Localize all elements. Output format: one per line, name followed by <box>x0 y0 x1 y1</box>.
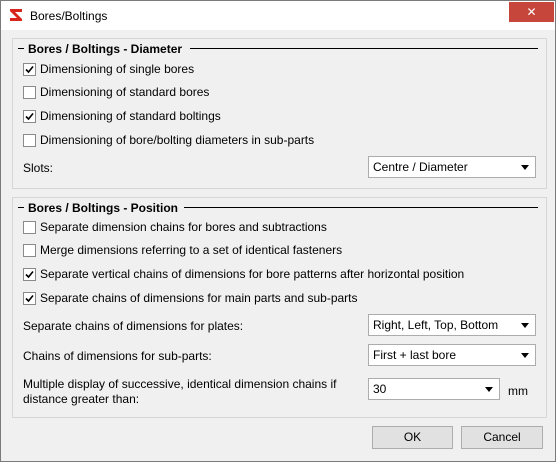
window-title: Bores/Boltings <box>30 9 108 23</box>
separate-bores-subtractions-label: Separate dimension chains for bores and … <box>40 220 327 234</box>
standard-boltings-checkbox[interactable] <box>23 110 36 123</box>
subparts-label: Chains of dimensions for sub-parts: <box>23 349 212 363</box>
chevron-down-icon <box>521 353 529 358</box>
slots-dropdown-value: Centre / Diameter <box>373 160 468 174</box>
position-group-title: Bores / Boltings - Position <box>28 201 183 215</box>
subparts-dropdown[interactable]: First + last bore <box>368 344 536 366</box>
plates-label: Separate chains of dimensions for plates… <box>23 319 244 333</box>
main-sub-parts-checkbox[interactable] <box>23 292 36 305</box>
main-sub-parts-label: Separate chains of dimensions for main p… <box>40 291 358 305</box>
multiple-display-combobox[interactable]: 30 <box>368 378 500 400</box>
plates-dropdown-value: Right, Left, Top, Bottom <box>373 318 499 332</box>
title-bar: Bores/Boltings ✕ <box>1 1 555 30</box>
diameter-group-title: Bores / Boltings - Diameter <box>28 42 187 56</box>
chevron-down-icon <box>521 323 529 328</box>
vertical-chains-checkbox[interactable] <box>23 268 36 281</box>
merge-fasteners-checkbox[interactable] <box>23 244 36 257</box>
close-icon: ✕ <box>526 5 537 19</box>
cancel-button[interactable]: Cancel <box>461 426 543 449</box>
plates-dropdown[interactable]: Right, Left, Top, Bottom <box>368 314 536 336</box>
position-group-header: Bores / Boltings - Position <box>18 201 538 215</box>
position-group: Bores / Boltings - Position Separate dim… <box>12 197 547 418</box>
single-bores-label: Dimensioning of single bores <box>40 62 195 76</box>
dialog-window: Bores/Boltings ✕ Bores / Boltings - Diam… <box>0 0 556 462</box>
slots-label: Slots: <box>23 161 54 175</box>
hicad-logo-icon <box>9 8 23 22</box>
standard-boltings-label: Dimensioning of standard boltings <box>40 109 221 123</box>
close-button[interactable]: ✕ <box>509 2 554 22</box>
diameter-group-header: Bores / Boltings - Diameter <box>18 42 538 56</box>
subparts-diameters-checkbox[interactable] <box>23 134 36 147</box>
single-bores-checkbox[interactable] <box>23 63 36 76</box>
standard-bores-label: Dimensioning of standard bores <box>40 85 210 99</box>
multiple-display-unit: mm <box>508 384 528 398</box>
diameter-group: Bores / Boltings - Diameter Dimensioning… <box>12 38 547 189</box>
vertical-chains-label: Separate vertical chains of dimensions f… <box>40 267 465 281</box>
merge-fasteners-label: Merge dimensions referring to a set of i… <box>40 243 343 257</box>
subparts-dropdown-value: First + last bore <box>373 348 457 362</box>
chevron-down-icon <box>485 387 493 392</box>
separate-bores-subtractions-checkbox[interactable] <box>23 221 36 234</box>
ok-button[interactable]: OK <box>372 426 453 449</box>
subparts-diameters-label: Dimensioning of bore/bolting diameters i… <box>40 133 315 147</box>
slots-dropdown[interactable]: Centre / Diameter <box>368 156 536 178</box>
chevron-down-icon <box>521 165 529 170</box>
multiple-display-value[interactable]: 30 <box>373 382 386 396</box>
multiple-display-label-line1: Multiple display of successive, identica… <box>23 377 337 391</box>
standard-bores-checkbox[interactable] <box>23 86 36 99</box>
multiple-display-label-line2: distance greater than: <box>23 392 140 406</box>
